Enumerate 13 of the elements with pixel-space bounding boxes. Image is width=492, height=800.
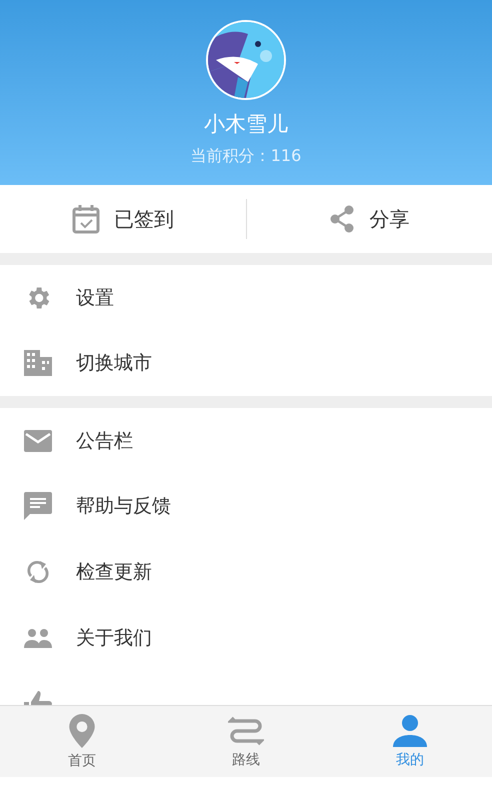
people-icon (24, 628, 52, 648)
message-icon (24, 492, 52, 520)
points-text: 当前积分：116 (190, 146, 302, 167)
share-icon (329, 205, 356, 233)
calendar-check-icon (72, 204, 100, 234)
user-name: 小木雪儿 (204, 111, 288, 138)
person-icon (392, 714, 428, 746)
sync-icon (26, 559, 50, 585)
nav-tab[interactable]: 首页 (0, 706, 164, 777)
mail-icon (24, 430, 52, 452)
location-pin-icon (67, 714, 97, 748)
building-icon (24, 350, 52, 376)
nav-tab[interactable]: 路线 (164, 706, 328, 777)
